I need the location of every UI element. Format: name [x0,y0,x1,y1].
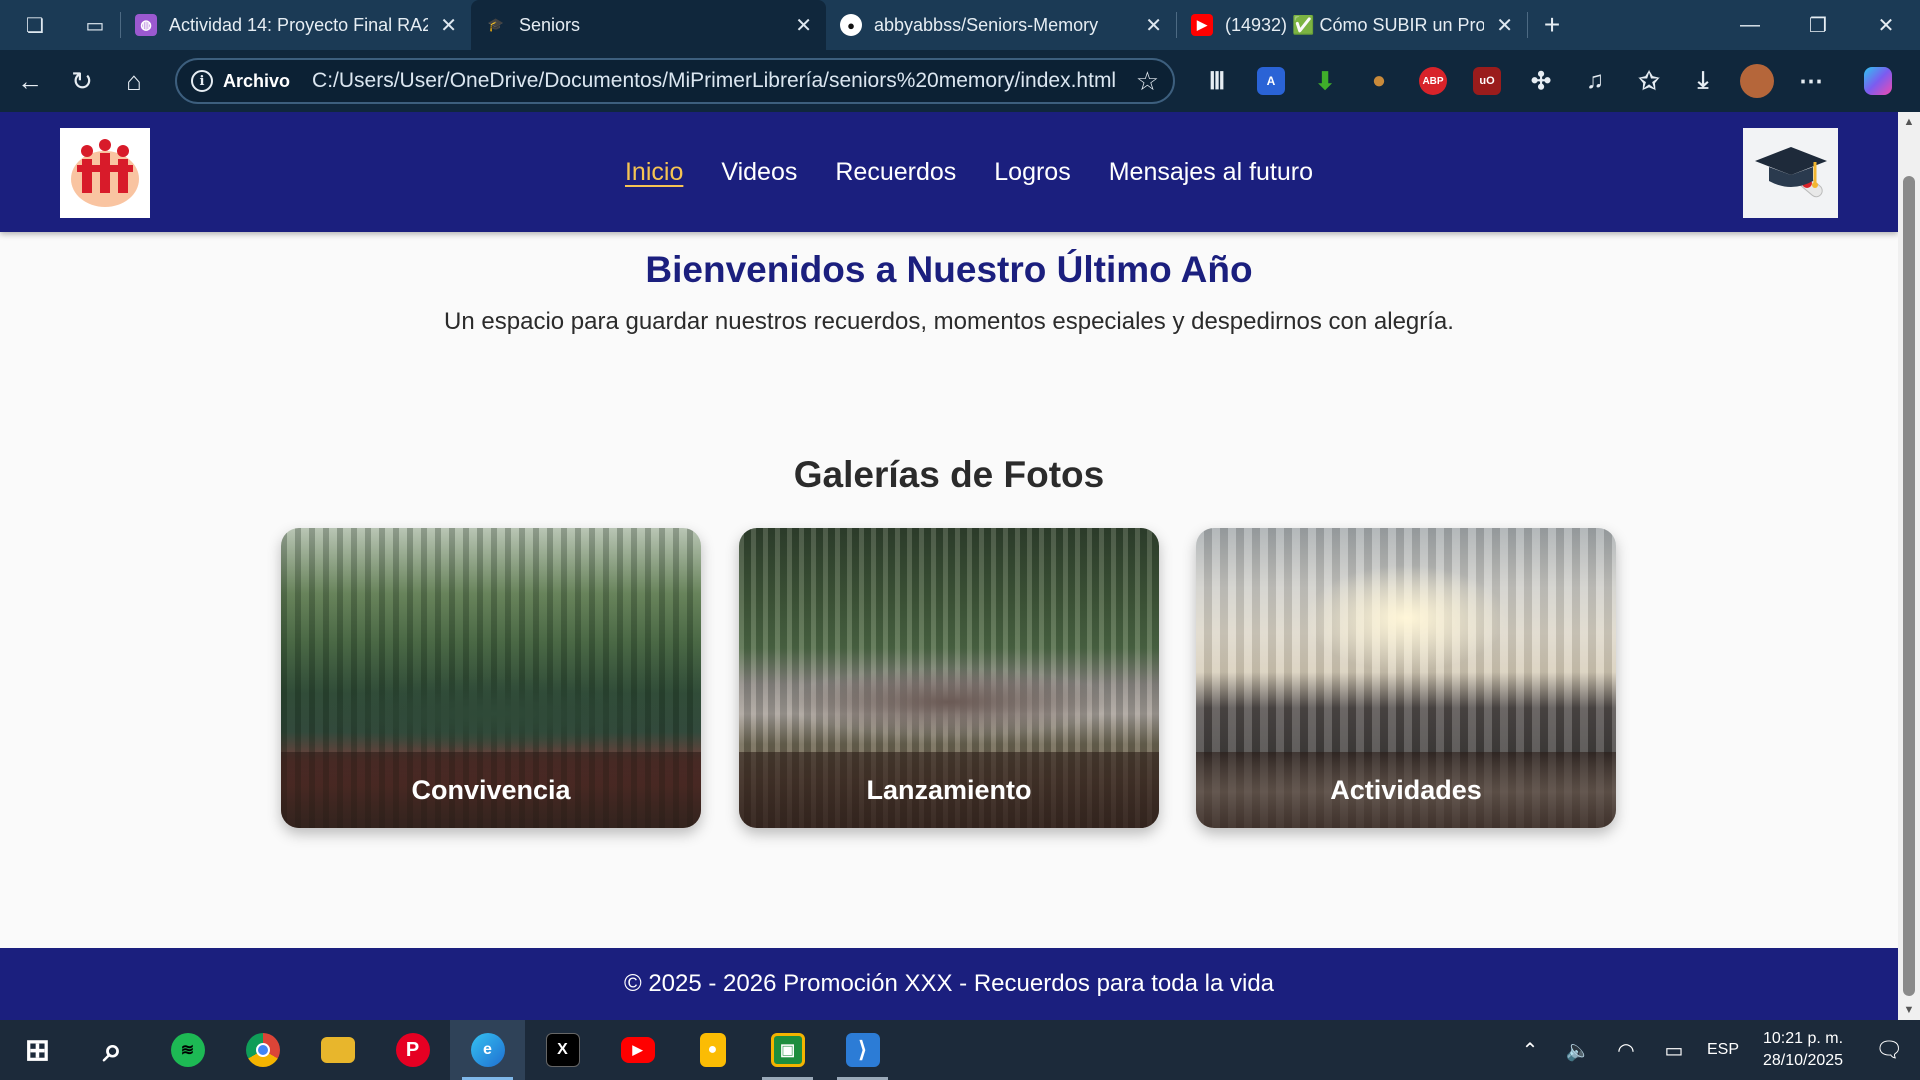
tab-title: (14932) ✅ Cómo SUBIR un Proye [1225,14,1485,35]
nav-logros[interactable]: Logros [994,158,1070,187]
refresh-icon[interactable]: ↻ [56,50,108,112]
page-scrollbar[interactable]: ▲ ▼ [1898,112,1920,1020]
battery-icon[interactable]: ▭ [1650,1038,1698,1063]
file-explorer-icon[interactable] [300,1020,375,1080]
card-caption: Actividades [1196,752,1616,828]
close-tab-icon[interactable]: ✕ [1496,13,1513,38]
gallery-card-convivencia[interactable]: Convivencia [281,528,701,828]
site-footer: © 2025 - 2026 Promoción XXX - Recuerdos … [0,948,1898,1020]
youtube-icon[interactable]: ▶ [600,1020,675,1080]
start-icon[interactable]: ⊞ [0,1020,75,1080]
adblock-plus-icon[interactable]: ABP [1406,50,1460,112]
footer-text: © 2025 - 2026 Promoción XXX - Recuerdos … [623,970,1275,997]
language-indicator[interactable]: ESP [1698,1041,1748,1059]
nav-mensajes[interactable]: Mensajes al futuro [1109,158,1313,187]
workspaces-icon[interactable]: ❏ [0,0,70,50]
nav-videos[interactable]: Videos [721,158,797,187]
page-subtitle: Un espacio para guardar nuestros recuerd… [444,308,1454,335]
x-icon[interactable]: X [525,1020,600,1080]
reader-icon[interactable]: Ⅲ [1190,50,1244,112]
site-header: Inicio Videos Recuerdos Logros Mensajes … [0,112,1898,232]
extensions-row: Ⅲ A ⬇ ● ABP uO ✣ ♫ ✩ ⤓ ⋯ [1190,50,1918,112]
download-arrow-icon[interactable]: ⬇ [1298,50,1352,112]
search-icon[interactable]: ⌕ [75,1020,150,1080]
url-text[interactable]: C:/Users/User/OneDrive/Documentos/MiPrim… [312,69,1126,93]
close-window-icon[interactable]: ✕ [1852,0,1920,50]
system-tray: ⌃ 🔈 ◠ ▭ ESP 10:21 p. m. 28/10/2025 🗨 [1506,1020,1920,1080]
card-caption: Lanzamiento [739,752,1159,828]
address-bar[interactable]: i Archivo C:/Users/User/OneDrive/Documen… [175,58,1175,104]
back-arrow-icon[interactable]: ← [4,50,56,112]
cookie-icon[interactable]: ● [1352,50,1406,112]
favorite-star-icon[interactable]: ☆ [1136,66,1159,97]
browser-toolbar: ← ↻ ⌂ i Archivo C:/Users/User/OneDrive/D… [0,50,1920,112]
page-viewport: Inicio Videos Recuerdos Logros Mensajes … [0,112,1898,1020]
classroom-favicon-icon: ◍ [135,14,157,36]
new-tab-button[interactable]: + [1528,0,1576,50]
gallery-card-actividades[interactable]: Actividades [1196,528,1616,828]
tab-title: abbyabbss/Seniors-Memory [874,14,1099,35]
gallery-title: Galerías de Fotos [793,454,1105,495]
window-controls: — ❐ ✕ [1716,0,1920,50]
minimize-icon[interactable]: — [1716,0,1784,50]
nav-recuerdos[interactable]: Recuerdos [835,158,956,187]
profile-avatar[interactable] [1730,50,1784,112]
clock-time: 10:21 p. m. [1762,1030,1844,1047]
tab-title: Actividad 14: Proyecto Final RA2 [169,14,429,35]
translate-icon[interactable]: A [1244,50,1298,112]
github-favicon-icon: ● [840,14,862,36]
wifi-icon[interactable]: ◠ [1602,1038,1650,1063]
chrome-icon[interactable] [225,1020,300,1080]
volume-icon[interactable]: 🔈 [1554,1038,1602,1063]
tab-actions-icon[interactable]: ▭ [70,0,120,50]
media-icon[interactable]: ♫ [1568,50,1622,112]
gallery-card-lanzamiento[interactable]: Lanzamiento [739,528,1159,828]
main-nav: Inicio Videos Recuerdos Logros Mensajes … [0,112,1898,232]
scrollbar-thumb[interactable] [1903,176,1915,996]
pinterest-icon[interactable]: P [375,1020,450,1080]
close-tab-icon[interactable]: ✕ [1145,13,1162,38]
tab-github[interactable]: ● abbyabbss/Seniors-Memory ✕ [826,0,1176,50]
scroll-up-icon[interactable]: ▲ [1898,112,1920,132]
tab-title: Seniors [519,14,581,35]
scroll-down-icon[interactable]: ▼ [1898,1000,1920,1020]
site-label: Archivo [223,70,291,91]
edge-icon[interactable]: e [450,1020,525,1080]
keep-icon[interactable]: ● [675,1020,750,1080]
clock-date: 28/10/2025 [1762,1052,1844,1069]
tab-youtube[interactable]: ▶ (14932) ✅ Cómo SUBIR un Proye ✕ [1177,0,1527,50]
clock[interactable]: 10:21 p. m. 28/10/2025 [1748,1028,1858,1072]
close-tab-icon[interactable]: ✕ [795,13,812,38]
extensions-puzzle-icon[interactable]: ✣ [1514,50,1568,112]
downloads-icon[interactable]: ⤓ [1676,50,1730,112]
page-title: Bienvenidos a Nuestro Último Año [645,249,1253,290]
more-menu-icon[interactable]: ⋯ [1784,50,1838,112]
spotify-icon[interactable]: ≋ [150,1020,225,1080]
vscode-icon[interactable]: ⟩ [825,1020,900,1080]
show-hidden-icons-icon[interactable]: ⌃ [1506,1038,1554,1063]
copilot-icon[interactable] [1838,50,1918,112]
youtube-favicon-icon: ▶ [1191,14,1213,36]
tab-seniors[interactable]: 🎓 Seniors ✕ [471,0,826,50]
close-tab-icon[interactable]: ✕ [440,13,457,38]
browser-tab-bar: ❏ ▭ ◍ Actividad 14: Proyecto Final RA2 ✕… [0,0,1920,50]
ublock-origin-icon[interactable]: uO [1460,50,1514,112]
card-caption: Convivencia [281,752,701,828]
restore-icon[interactable]: ❐ [1784,0,1852,50]
home-icon[interactable]: ⌂ [108,50,160,112]
tab-actividad[interactable]: ◍ Actividad 14: Proyecto Final RA2 ✕ [121,0,471,50]
classroom-icon[interactable]: ▣ [750,1020,825,1080]
windows-taskbar: ⊞ ⌕ ≋ P e X ▶ ● ▣ ⟩ ⌃ 🔈 ◠ ▭ ESP 10:21 p.… [0,1020,1920,1080]
graduation-logo [1743,128,1838,218]
graduation-cap-favicon-icon: 🎓 [487,17,505,32]
nav-inicio[interactable]: Inicio [625,158,683,187]
notifications-icon[interactable]: 🗨 [1858,1037,1920,1063]
info-icon[interactable]: i [191,70,213,92]
graduation-cap-icon [1754,147,1827,198]
favorites-icon[interactable]: ✩ [1622,50,1676,112]
